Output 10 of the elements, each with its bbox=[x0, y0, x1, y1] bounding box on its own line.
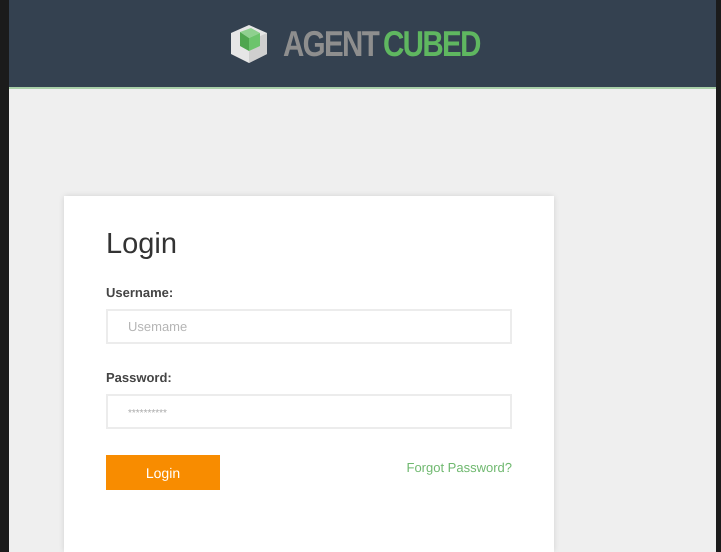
password-field[interactable]: ********** bbox=[106, 394, 512, 429]
logo-text: CUBED bbox=[383, 22, 480, 64]
forgot-password-link[interactable]: Forgot Password? bbox=[406, 460, 512, 475]
logo-text: AGENT bbox=[283, 22, 379, 64]
username-field[interactable]: Usemame bbox=[106, 309, 512, 344]
login-title: Login bbox=[106, 228, 178, 261]
field-label: Password: bbox=[106, 370, 173, 385]
cube-logo-icon bbox=[229, 22, 270, 64]
field-label: Username: bbox=[106, 285, 174, 300]
login-button[interactable]: Login bbox=[106, 455, 220, 490]
